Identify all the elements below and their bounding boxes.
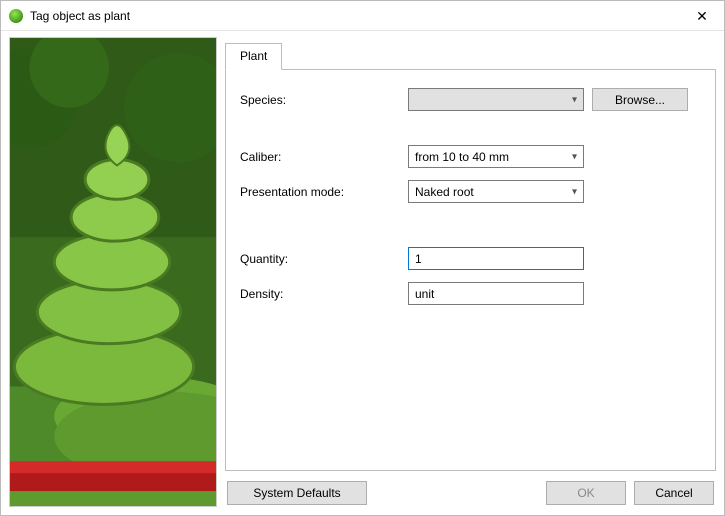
form-area: Species: ▾ Browse... Caliber: from 10 to… — [225, 70, 716, 471]
row-quantity: Quantity: 1 — [240, 247, 701, 270]
tab-plant[interactable]: Plant — [225, 43, 282, 70]
cancel-button[interactable]: Cancel — [634, 481, 714, 505]
presentation-label: Presentation mode: — [240, 185, 400, 199]
row-caliber: Caliber: from 10 to 40 mm ▾ — [240, 145, 701, 168]
close-icon: ✕ — [696, 9, 708, 23]
dialog-body: Plant Species: ▾ Browse... Caliber: from… — [1, 31, 724, 515]
chevron-down-icon: ▾ — [572, 94, 577, 105]
dialog-footer: System Defaults OK Cancel — [225, 471, 716, 507]
ok-button[interactable]: OK — [546, 481, 626, 505]
quantity-label: Quantity: — [240, 252, 400, 266]
caliber-label: Caliber: — [240, 150, 400, 164]
app-icon — [9, 9, 23, 23]
system-defaults-button[interactable]: System Defaults — [227, 481, 367, 505]
caliber-dropdown[interactable]: from 10 to 40 mm ▾ — [408, 145, 584, 168]
titlebar: Tag object as plant ✕ — [1, 1, 724, 31]
quantity-value: 1 — [415, 252, 422, 266]
form-panel: Plant Species: ▾ Browse... Caliber: from… — [225, 37, 716, 507]
chevron-down-icon: ▾ — [572, 151, 577, 162]
density-input[interactable]: unit — [408, 282, 584, 305]
density-value: unit — [415, 287, 434, 301]
row-presentation: Presentation mode: Naked root ▾ — [240, 180, 701, 203]
browse-button[interactable]: Browse... — [592, 88, 688, 111]
row-species: Species: ▾ Browse... — [240, 88, 701, 111]
preview-image — [9, 37, 217, 507]
tab-strip: Plant — [225, 43, 716, 70]
quantity-input[interactable]: 1 — [408, 247, 584, 270]
window-title: Tag object as plant — [30, 9, 680, 23]
dialog-window: Tag object as plant ✕ — [0, 0, 725, 516]
presentation-dropdown[interactable]: Naked root ▾ — [408, 180, 584, 203]
chevron-down-icon: ▾ — [572, 186, 577, 197]
close-button[interactable]: ✕ — [680, 1, 724, 30]
species-label: Species: — [240, 93, 400, 107]
row-density: Density: unit — [240, 282, 701, 305]
presentation-value: Naked root — [415, 185, 474, 199]
species-dropdown[interactable]: ▾ — [408, 88, 584, 111]
caliber-value: from 10 to 40 mm — [415, 150, 509, 164]
density-label: Density: — [240, 287, 400, 301]
